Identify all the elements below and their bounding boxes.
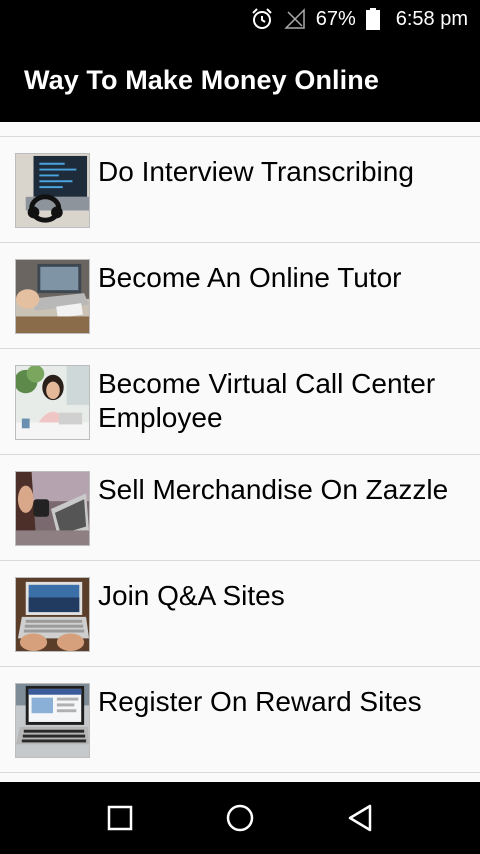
call-center-woman-thumbnail (15, 365, 90, 440)
list-item-label: Join Q&A Sites (98, 580, 285, 611)
laptop-screen-thumbnail (15, 683, 90, 758)
laptop-coffee-thumbnail (15, 471, 90, 546)
system-nav-bar (0, 782, 480, 854)
signal-icon (283, 8, 306, 30)
recent-apps-button[interactable] (95, 793, 145, 843)
list-item-reward-sites[interactable]: Register On Reward Sites (0, 667, 480, 773)
list-item-label: Sell Merchandise On Zazzle (98, 474, 449, 505)
list-item-label: Become An Online Tutor (98, 262, 402, 293)
app-bar: Way To Make Money Online (0, 38, 480, 122)
alarm-icon (250, 7, 274, 31)
article-list[interactable]: Do Interview Transcribing Become An Onli… (0, 122, 480, 782)
list-item-interview-transcribing[interactable]: Do Interview Transcribing (0, 137, 480, 243)
headphones-laptop-thumbnail (15, 153, 90, 228)
recent-apps-icon (107, 805, 133, 831)
list-item-zazzle[interactable]: Sell Merchandise On Zazzle (0, 455, 480, 561)
laptop-desk-thumbnail (15, 259, 90, 334)
back-button[interactable] (335, 793, 385, 843)
list-item-label: Do Interview Transcribing (98, 156, 414, 187)
laptop-typing-thumbnail (15, 577, 90, 652)
back-icon (348, 804, 372, 832)
list-item-online-tutor[interactable]: Become An Online Tutor (0, 243, 480, 349)
battery-icon (365, 8, 380, 30)
page-title: Way To Make Money Online (24, 64, 379, 95)
list-item-label: Become Virtual Call Center Employee (98, 368, 436, 433)
home-button[interactable] (215, 793, 265, 843)
status-time: 6:58 pm (395, 7, 468, 30)
list-item-qa-sites[interactable]: Join Q&A Sites (0, 561, 480, 667)
list-item-virtual-call-center[interactable]: Become Virtual Call Center Employee (0, 349, 480, 455)
list-item-label: Register On Reward Sites (98, 686, 422, 717)
home-icon (226, 804, 254, 832)
status-bar: 67% 6:58 pm (0, 0, 480, 38)
battery-percent: 67% (315, 7, 356, 30)
